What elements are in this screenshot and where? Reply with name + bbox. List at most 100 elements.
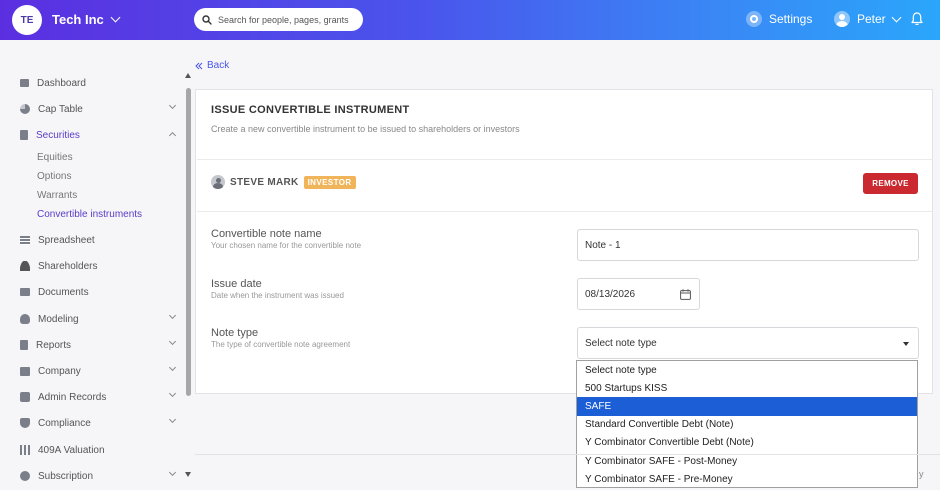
note-type-option[interactable]: Y Combinator Convertible Debt (Note): [577, 434, 917, 452]
scroll-up-arrow[interactable]: [185, 73, 191, 78]
chevron-down-icon: [168, 468, 177, 477]
note-type-dropdown: Select note type 500 Startups KISS SAFE …: [576, 360, 918, 488]
sidebar-scrollbar[interactable]: [186, 88, 191, 396]
chevron-up-icon: [168, 131, 177, 140]
sidebar-item-label: Documents: [38, 286, 89, 298]
lightbulb-icon: [20, 314, 30, 324]
issue-date-input[interactable]: 08/13/2026: [577, 278, 700, 310]
chevron-down-icon: [110, 12, 121, 23]
table-icon: [20, 235, 30, 245]
issue-date-help: Date when the instrument was issued: [211, 291, 344, 300]
bar-chart-icon: [20, 445, 30, 455]
sidebar-item-label: Company: [38, 365, 81, 377]
gear-icon: [746, 11, 762, 27]
sidebar-item-admin-records[interactable]: Admin Records: [20, 388, 180, 406]
back-link[interactable]: Back: [195, 60, 229, 71]
remove-button[interactable]: REMOVE: [863, 173, 918, 194]
note-type-option[interactable]: Standard Convertible Debt (Note): [577, 416, 917, 434]
sidebar-subitem-convertible-instruments[interactable]: Convertible instruments: [37, 209, 142, 223]
footer-text: y: [919, 469, 924, 479]
pie-chart-icon: [20, 104, 30, 114]
calendar-icon[interactable]: [680, 289, 691, 300]
sidebar-item-label: Shareholders: [38, 260, 98, 272]
report-icon: [20, 340, 28, 350]
divider: [197, 159, 933, 160]
sidebar-item-company[interactable]: Company: [20, 362, 180, 380]
dashboard-icon: [20, 79, 29, 87]
issue-date-label: Issue date: [211, 278, 262, 290]
double-chevron-left-icon: [195, 62, 203, 69]
chevron-down-icon: [168, 415, 177, 424]
sidebar-item-subscription[interactable]: Subscription: [20, 467, 180, 485]
investor-badge: INVESTOR: [303, 175, 356, 189]
user-name: Peter: [857, 12, 886, 26]
note-type-value: Select note type: [585, 337, 657, 349]
company-logo[interactable]: TE: [12, 5, 42, 35]
investor-row: STEVE MARK INVESTOR: [211, 175, 356, 189]
sidebar-item-cap-table[interactable]: Cap Table: [20, 100, 180, 118]
note-type-option[interactable]: Select note type: [577, 361, 917, 379]
chevron-down-icon: [168, 311, 177, 320]
sidebar-item-label: Securities: [36, 129, 80, 141]
note-name-input[interactable]: [577, 229, 919, 261]
company-switcher[interactable]: Tech Inc: [52, 12, 121, 27]
chevron-down-icon: [168, 363, 177, 372]
sidebar-item-label: Compliance: [38, 417, 91, 429]
settings-button[interactable]: Settings: [746, 11, 812, 27]
dollar-icon: [20, 471, 30, 481]
sidebar-item-modeling[interactable]: Modeling: [20, 310, 180, 328]
chevron-down-icon: [891, 12, 902, 22]
sidebar-subitem-warrants[interactable]: Warrants: [37, 190, 77, 204]
note-name-help: Your chosen name for the convertible not…: [211, 241, 362, 250]
chevron-down-icon: [168, 101, 177, 110]
bell-icon[interactable]: [911, 12, 923, 26]
search-bar[interactable]: [194, 8, 363, 31]
sidebar-item-dashboard[interactable]: Dashboard: [20, 74, 180, 92]
company-name: Tech Inc: [52, 12, 104, 27]
sidebar-item-documents[interactable]: Documents: [20, 283, 180, 301]
user-avatar-icon: [211, 175, 225, 189]
note-type-option[interactable]: Y Combinator SAFE - Pre-Money: [577, 470, 917, 488]
sidebar-item-409a-valuation[interactable]: 409A Valuation: [20, 441, 180, 459]
sidebar: Dashboard Cap Table Securities Equities …: [0, 40, 192, 490]
sidebar-item-label: Admin Records: [38, 391, 107, 403]
back-label: Back: [207, 60, 230, 71]
search-icon: [202, 14, 212, 25]
sidebar-subitem-options[interactable]: Options: [37, 171, 71, 185]
sidebar-item-shareholders[interactable]: Shareholders: [20, 257, 180, 275]
investor-name: STEVE MARK: [230, 176, 299, 188]
folder-icon: [20, 288, 30, 296]
chevron-down-icon: [168, 337, 177, 346]
note-type-option[interactable]: 500 Startups KISS: [577, 379, 917, 397]
clipboard-icon: [20, 130, 28, 140]
sidebar-item-spreadsheet[interactable]: Spreadsheet: [20, 231, 180, 249]
sidebar-item-label: 409A Valuation: [38, 444, 105, 456]
caret-down-icon: [903, 342, 909, 346]
sidebar-item-label: Cap Table: [38, 103, 83, 115]
issue-date-value: 08/13/2026: [585, 288, 636, 300]
note-name-label: Convertible note name: [211, 228, 322, 240]
note-type-option-highlighted[interactable]: SAFE: [577, 397, 917, 416]
note-type-select[interactable]: Select note type: [577, 327, 919, 359]
sidebar-item-reports[interactable]: Reports: [20, 336, 180, 354]
sidebar-item-securities[interactable]: Securities: [20, 126, 180, 144]
sidebar-item-label: Dashboard: [37, 77, 86, 89]
search-input[interactable]: [218, 14, 358, 25]
sidebar-item-compliance[interactable]: Compliance: [20, 414, 180, 432]
user-menu[interactable]: Peter: [834, 11, 902, 27]
avatar: [834, 11, 850, 27]
scroll-down-arrow[interactable]: [185, 472, 191, 477]
settings-label: Settings: [769, 12, 813, 26]
person-icon: [20, 261, 30, 271]
page-title: ISSUE CONVERTIBLE INSTRUMENT: [211, 104, 410, 116]
divider: [197, 211, 933, 212]
note-type-label: Note type: [211, 327, 259, 339]
sidebar-subitem-equities[interactable]: Equities: [37, 152, 73, 166]
sidebar-item-label: Spreadsheet: [38, 234, 95, 246]
top-header: TE Tech Inc Settings Peter: [0, 0, 940, 40]
records-icon: [20, 392, 30, 402]
sidebar-item-label: Reports: [36, 339, 72, 351]
chevron-down-icon: [168, 389, 177, 398]
sidebar-item-label: Subscription: [38, 470, 94, 482]
sidebar-item-label: Modeling: [38, 313, 79, 325]
